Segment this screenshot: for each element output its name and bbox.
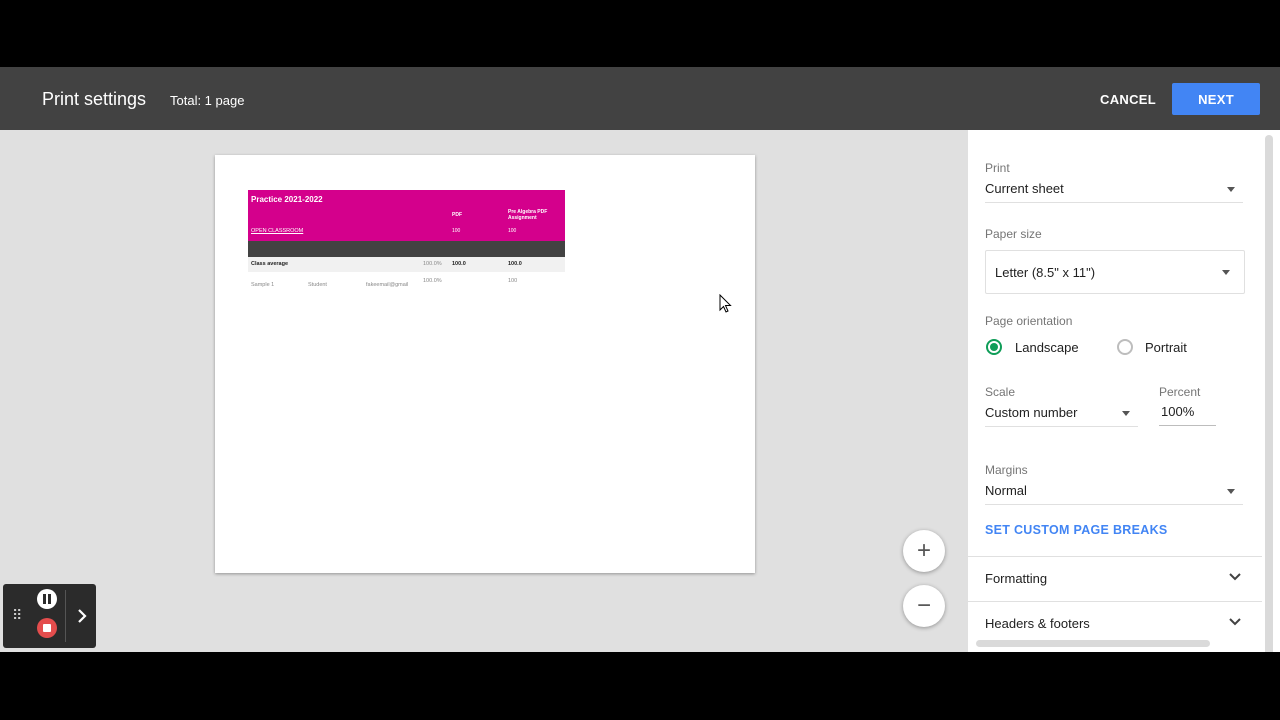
pause-icon[interactable] [37, 589, 57, 609]
paper-size-label: Paper size [985, 227, 1042, 241]
portrait-radio[interactable] [1117, 339, 1133, 355]
page-count: Total: 1 page [170, 93, 245, 108]
class-average-label: Class average [251, 261, 288, 267]
caret-down-icon [1222, 270, 1230, 275]
orientation-label: Page orientation [985, 314, 1073, 328]
landscape-radio[interactable] [986, 339, 1002, 355]
class-average-prealgebra: 100.0 [508, 261, 522, 267]
column-header-prealgebra: Pre Algebra PDF Assignment [508, 209, 548, 221]
open-classroom-link: OPEN CLASSROOM [251, 228, 304, 234]
student-prealgebra: 100 [508, 278, 518, 284]
margins-value: Normal [985, 483, 1027, 498]
chevron-right-icon[interactable] [73, 606, 91, 626]
points-prealgebra: 100 [508, 228, 517, 234]
set-custom-page-breaks-link[interactable]: SET CUSTOM PAGE BREAKS [985, 523, 1168, 537]
percent-value: 100% [1161, 404, 1195, 419]
chevron-down-icon[interactable] [1228, 617, 1242, 627]
headers-footers-section-toggle[interactable]: Headers & footers [985, 616, 1090, 631]
next-button[interactable]: NEXT [1172, 83, 1260, 115]
student-email: fakeemail@gmail [366, 282, 409, 288]
scale-label: Scale [985, 385, 1016, 399]
print-settings-dialog: Print settings Total: 1 page CANCEL NEXT… [0, 67, 1280, 652]
caret-down-icon [1227, 187, 1235, 192]
percent-input[interactable]: 100% [1159, 401, 1216, 426]
chevron-down-icon[interactable] [1228, 572, 1242, 582]
divider [968, 601, 1262, 602]
horizontal-scrollbar[interactable] [976, 640, 1210, 647]
class-average-pdf: 100.0 [452, 261, 466, 267]
header-bar: Print settings Total: 1 page CANCEL NEXT [0, 67, 1280, 130]
student-first-name: Sample 1 [251, 282, 275, 288]
minus-icon: − [916, 592, 931, 619]
zoom-in-button[interactable]: + [903, 530, 945, 572]
student-last-name: Student [308, 282, 327, 288]
preview-page: Practice 2021-2022 PDF Pre Algebra PDF A… [215, 155, 755, 573]
plus-icon: + [916, 537, 931, 564]
landscape-label[interactable]: Landscape [1015, 340, 1079, 355]
caret-down-icon [1227, 489, 1235, 494]
print-value: Current sheet [985, 181, 1064, 196]
mouse-cursor-icon [719, 294, 732, 313]
column-header-pdf: PDF [452, 212, 462, 218]
margins-label: Margins [985, 463, 1028, 477]
caret-down-icon [1122, 411, 1130, 416]
vertical-scrollbar[interactable] [1265, 135, 1273, 652]
sheet-title: Practice 2021-2022 [251, 195, 323, 204]
zoom-out-button[interactable]: − [903, 585, 945, 627]
settings-panel: Print Current sheet Paper size Letter (8… [968, 130, 1280, 652]
student-percent: 100.0% [423, 278, 442, 284]
letterbox-bottom [0, 652, 1280, 720]
scale-dropdown[interactable]: Custom number [985, 399, 1138, 427]
cancel-button[interactable]: CANCEL [1088, 84, 1168, 114]
sheet-dark-band [248, 241, 565, 257]
page-title: Print settings [42, 89, 147, 109]
percent-label: Percent [1159, 385, 1201, 399]
divider [65, 590, 66, 642]
divider [968, 556, 1262, 557]
scale-value: Custom number [985, 405, 1078, 420]
print-label: Print [985, 161, 1010, 175]
print-preview-area: Practice 2021-2022 PDF Pre Algebra PDF A… [0, 130, 968, 652]
points-pdf: 100 [452, 228, 461, 234]
paper-size-dropdown[interactable]: Letter (8.5" x 11") [985, 250, 1245, 294]
screen-recorder-toolbar: ⠿ [3, 584, 96, 648]
portrait-label[interactable]: Portrait [1145, 340, 1187, 355]
stop-icon[interactable] [37, 618, 57, 638]
letterbox-top [0, 0, 1280, 67]
class-average-percent: 100.0% [423, 261, 442, 267]
paper-size-value: Letter (8.5" x 11") [995, 265, 1096, 280]
drag-handle-icon[interactable]: ⠿ [12, 606, 22, 624]
margins-dropdown[interactable]: Normal [985, 477, 1243, 505]
print-dropdown[interactable]: Current sheet [985, 175, 1243, 203]
formatting-section-toggle[interactable]: Formatting [985, 571, 1047, 586]
